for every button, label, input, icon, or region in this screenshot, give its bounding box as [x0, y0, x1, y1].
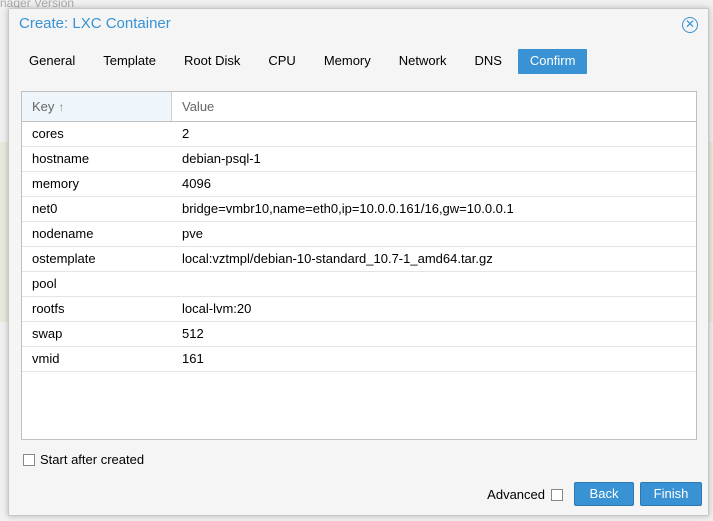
tab-bar: General Template Root Disk CPU Memory Network…	[17, 49, 591, 75]
grid-header: Key ↑ Value	[22, 92, 696, 122]
table-row[interactable]: rootfs local-lvm:20	[22, 297, 696, 322]
table-row[interactable]: nodename pve	[22, 222, 696, 247]
cell-value: debian-psql-1	[182, 151, 261, 166]
sort-ascending-icon: ↑	[58, 100, 65, 114]
table-row[interactable]: cores 2	[22, 122, 696, 147]
table-row[interactable]: vmid 161	[22, 347, 696, 372]
advanced-toggle[interactable]: Advanced	[487, 487, 568, 502]
create-lxc-dialog: Create: LXC Container ✕ General Template R…	[8, 8, 709, 516]
tab-confirm[interactable]: Confirm	[517, 49, 588, 74]
cell-key: ostemplate	[32, 251, 96, 266]
cell-value: bridge=vmbr10,name=eth0,ip=10.0.0.161/16…	[182, 201, 514, 216]
tab-network[interactable]: Network	[387, 49, 459, 74]
table-row[interactable]: pool	[22, 272, 696, 297]
dialog-title: Create: LXC Container	[19, 15, 171, 32]
table-row[interactable]: swap 512	[22, 322, 696, 347]
start-after-created-checkbox[interactable]: Start after created	[23, 452, 144, 467]
checkbox-icon	[23, 453, 35, 466]
cell-value: 2	[182, 126, 190, 141]
cell-value: pve	[182, 226, 203, 241]
tab-cpu[interactable]: CPU	[256, 49, 307, 74]
column-header-key-label: Key	[32, 99, 55, 114]
back-button[interactable]: Back	[574, 482, 634, 506]
cell-key: rootfs	[32, 301, 65, 316]
cell-key: memory	[32, 176, 79, 191]
finish-button[interactable]: Finish	[640, 482, 702, 506]
tab-root-disk[interactable]: Root Disk	[172, 49, 252, 74]
cell-key: swap	[32, 326, 63, 341]
tab-dns[interactable]: DNS	[462, 49, 513, 74]
cell-value: 512	[182, 326, 204, 341]
cell-value: local:vztmpl/debian-10-standard_10.7-1_a…	[182, 251, 493, 266]
table-row[interactable]: memory 4096	[22, 172, 696, 197]
cell-value: 161	[182, 351, 204, 366]
tab-general[interactable]: General	[17, 49, 87, 74]
dialog-footer: Advanced Back Finish	[9, 475, 708, 515]
table-row[interactable]: ostemplate local:vztmpl/debian-10-standar…	[22, 247, 696, 272]
cell-key: hostname	[32, 151, 90, 166]
cell-value: local-lvm:20	[182, 301, 252, 316]
confirm-grid: Key ↑ Value cores 2 hostname debian-psql-1 me…	[21, 91, 697, 440]
cell-value: 4096	[182, 176, 211, 191]
tab-template[interactable]: Template	[91, 49, 168, 74]
cell-value	[172, 272, 696, 296]
cell-key: pool	[32, 276, 57, 291]
column-header-value-label: Value	[182, 99, 215, 114]
advanced-checkbox-icon[interactable]	[551, 488, 563, 501]
grid-body: cores 2 hostname debian-psql-1 memory 4096 net…	[22, 122, 696, 372]
cell-key: nodename	[32, 226, 94, 241]
column-header-key[interactable]: Key ↑	[22, 92, 172, 121]
tab-memory[interactable]: Memory	[312, 49, 383, 74]
close-icon[interactable]: ✕	[682, 17, 698, 33]
column-header-value[interactable]: Value	[172, 92, 696, 121]
table-row[interactable]: net0 bridge=vmbr10,name=eth0,ip=10.0.0.16…	[22, 197, 696, 222]
cell-key: net0	[32, 201, 58, 216]
cell-key: vmid	[32, 351, 60, 366]
table-row[interactable]: hostname debian-psql-1	[22, 147, 696, 172]
title-bar: Create: LXC Container ✕	[9, 9, 708, 41]
cell-key: cores	[32, 126, 64, 141]
advanced-label: Advanced	[487, 487, 545, 502]
start-after-created-label: Start after created	[40, 452, 145, 467]
